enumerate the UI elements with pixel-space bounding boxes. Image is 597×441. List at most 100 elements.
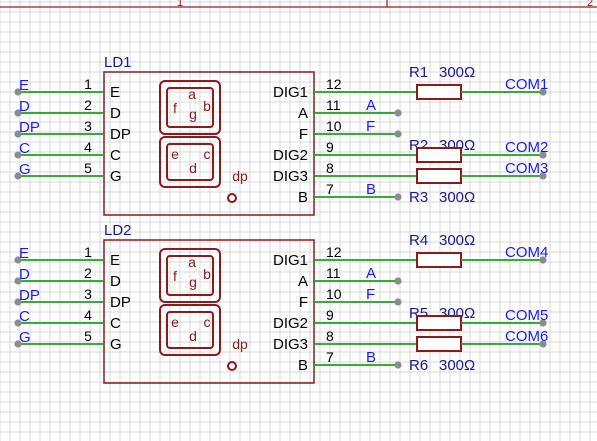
resistor-ref: R4	[409, 232, 428, 249]
net-label: E	[19, 245, 29, 262]
pin-number: 8	[326, 328, 334, 344]
net-label: COM1	[505, 76, 548, 93]
resistor-ref: R6	[409, 357, 428, 374]
pin-name: E	[110, 252, 120, 269]
pin-number: 3	[84, 286, 92, 302]
pin-number: 3	[84, 118, 92, 134]
net-terminal	[394, 361, 402, 369]
segment-label-e: e	[171, 314, 179, 330]
pin-number: 2	[84, 265, 92, 281]
net-terminal	[394, 193, 402, 201]
pin-number: 1	[84, 244, 92, 260]
resistor-value: 300Ω	[439, 232, 475, 249]
pin-name: DP	[110, 294, 131, 311]
segment-label-d: d	[189, 160, 197, 176]
resistor-body	[416, 147, 462, 163]
pin-number: 4	[84, 307, 92, 323]
decimal-point	[227, 361, 237, 371]
resistor-body	[416, 315, 462, 331]
net-label: DP	[19, 287, 40, 304]
pin-name: DIG1	[273, 84, 308, 101]
pin-name: B	[298, 189, 308, 206]
part-ref: LD1	[104, 54, 132, 71]
net-label: C	[19, 308, 30, 325]
segment-label-g: g	[189, 274, 197, 290]
segment-label-c: c	[204, 146, 211, 162]
net-label: DP	[19, 119, 40, 136]
pin-number: 12	[326, 76, 342, 92]
segment-label-d: d	[189, 328, 197, 344]
pin-number: 5	[84, 160, 92, 176]
segment-label-dp: dp	[232, 168, 248, 184]
net-label: B	[366, 349, 376, 366]
decimal-point	[227, 193, 237, 203]
segment-label-a: a	[188, 86, 196, 102]
parts-layer: LD1E 1 ED 2 DDP 3 DPC 4 CG 5 GDIG1 12A 11F 10DIG2 9DIG…	[14, 54, 548, 384]
segment-label-e: e	[171, 146, 179, 162]
pin-name: E	[110, 84, 120, 101]
pin-number: 11	[326, 97, 341, 113]
pin-number: 10	[326, 286, 342, 302]
pin-name: DIG2	[273, 315, 308, 332]
pin-name: B	[298, 357, 308, 374]
pin-number: 5	[84, 328, 92, 344]
segment-label-b: b	[203, 266, 211, 282]
led-display-ld1: LD1E 1 ED 2 DDP 3 DPC 4 CG 5 GDIG1 12A 11F 10DIG2 9DIG…	[14, 54, 548, 216]
net-label: COM6	[505, 328, 548, 345]
resistor-body	[416, 252, 462, 268]
net-terminal	[394, 298, 402, 306]
net-label: COM5	[505, 307, 548, 324]
resistor-body	[416, 168, 462, 184]
resistor-ref: R3	[409, 189, 428, 206]
net-terminal	[394, 109, 402, 117]
resistor-value: 300Ω	[439, 64, 475, 81]
net-label: A	[366, 97, 376, 114]
net-terminal	[394, 130, 402, 138]
net-label: D	[19, 266, 30, 283]
net-label: G	[19, 329, 31, 346]
segment-label-g: g	[189, 106, 197, 122]
net-label: F	[366, 286, 375, 303]
grid	[0, 0, 597, 441]
pin-name: A	[298, 273, 308, 290]
net-terminal	[394, 277, 402, 285]
pin-name: D	[110, 105, 121, 122]
pin-name: DIG3	[273, 168, 308, 185]
resistor-value: 300Ω	[439, 189, 475, 206]
net-label: COM3	[505, 160, 548, 177]
pin-name: F	[299, 126, 308, 143]
pin-number: 9	[326, 307, 334, 323]
net-label: E	[19, 77, 29, 94]
pin-name: DIG2	[273, 147, 308, 164]
pin-number: 7	[326, 349, 334, 365]
net-label: F	[366, 118, 375, 135]
pin-number: 10	[326, 118, 342, 134]
schematic-canvas: 12 LD1E 1 ED 2 DDP 3 DPC 4 CG 5 GDIG1 12A 11F 10DIG2 9…	[0, 0, 597, 441]
pin-name: G	[110, 336, 122, 353]
pin-name: C	[110, 147, 121, 164]
net-label: COM2	[505, 139, 548, 156]
net-label: G	[19, 161, 31, 178]
segment-label-b: b	[203, 98, 211, 114]
pin-name: G	[110, 168, 122, 185]
resistor-body	[416, 84, 462, 100]
segment-label-f: f	[173, 268, 177, 284]
pin-name: DIG3	[273, 336, 308, 353]
net-label: B	[366, 181, 376, 198]
pin-name: DP	[110, 126, 131, 143]
pin-number: 9	[326, 139, 334, 155]
pin-number: 4	[84, 139, 92, 155]
pin-name: F	[299, 294, 308, 311]
pin-name: C	[110, 315, 121, 332]
pin-name: A	[298, 105, 308, 122]
ruler-mark: 2	[587, 0, 593, 9]
segment-label-dp: dp	[232, 336, 248, 352]
net-label: C	[19, 140, 30, 157]
ruler-mark: 1	[177, 0, 183, 9]
pin-number: 2	[84, 97, 92, 113]
resistor-body	[416, 336, 462, 352]
pin-number: 7	[326, 181, 334, 197]
net-label: COM4	[505, 244, 548, 261]
pin-name: DIG1	[273, 252, 308, 269]
pin-number: 1	[84, 76, 92, 92]
